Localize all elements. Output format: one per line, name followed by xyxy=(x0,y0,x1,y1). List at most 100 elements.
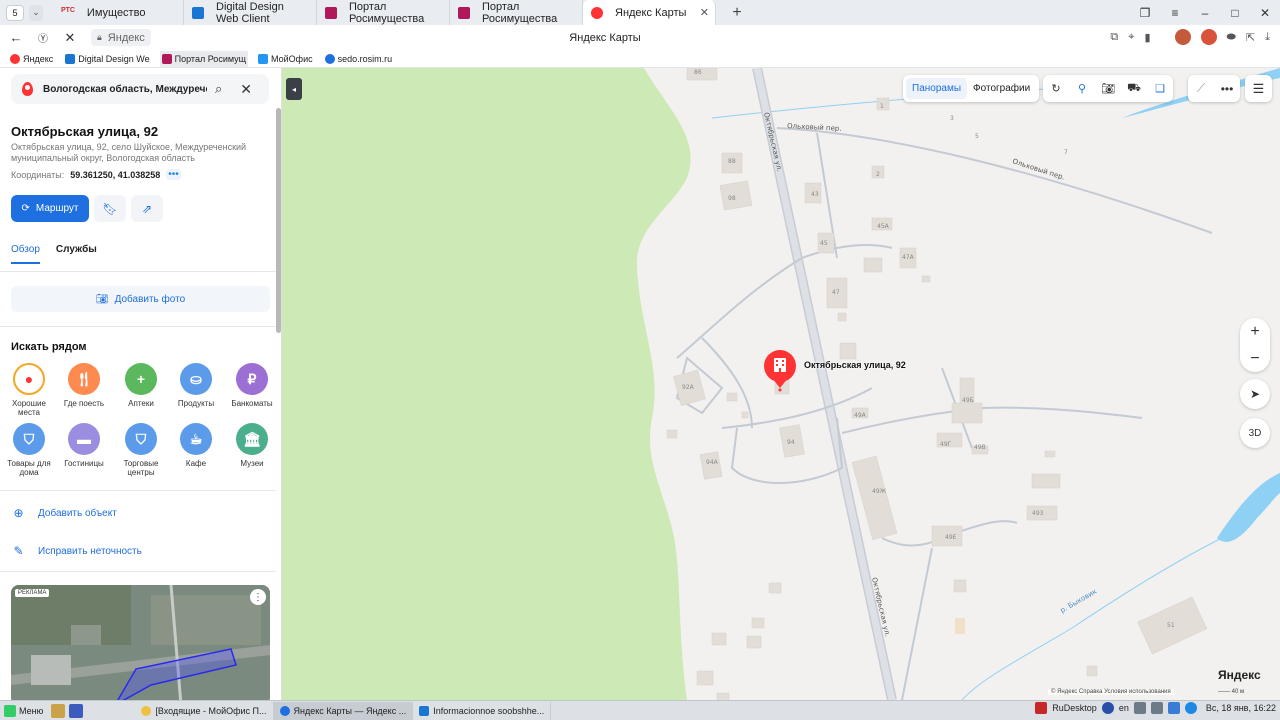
place-marker[interactable] xyxy=(764,350,796,392)
close-window-icon[interactable]: ✕ xyxy=(1250,6,1280,20)
bookmark-label: Портал Росимущ xyxy=(174,53,247,64)
scrollbar[interactable] xyxy=(276,108,281,333)
task-yandex-maps[interactable]: Яндекс Карты — Яндекс ... xyxy=(273,701,414,720)
yandex-browser-icon[interactable]: Ⓨ xyxy=(32,30,54,45)
tab-count-button[interactable]: 5 xyxy=(6,4,24,21)
search-input[interactable]: Вологодская область, Междуреченс xyxy=(43,84,207,95)
chevron-down-icon[interactable]: ⌄ xyxy=(29,4,43,21)
minimize-icon[interactable]: – xyxy=(1190,6,1220,20)
share-icon[interactable]: ⇱ xyxy=(1246,31,1255,44)
map-canvas[interactable]: Октябрьская ул. Ольховый пер. Ольховый п… xyxy=(282,68,1280,700)
category-atm[interactable]: ₽ Банкоматы xyxy=(224,363,280,408)
task-informacionnoe[interactable]: Informacionnoe soobshhe... xyxy=(413,701,552,720)
extension-icon-1[interactable] xyxy=(1174,29,1191,45)
ruler-icon[interactable]: ⟋ xyxy=(1192,81,1210,96)
bookmark-digital-design[interactable]: Digital Design We xyxy=(63,51,151,67)
bookmark-rosim[interactable]: Портал Росимущ xyxy=(159,50,249,67)
camera-icon[interactable]: 📷︎ xyxy=(1099,80,1117,98)
tab-services[interactable]: Службы xyxy=(56,244,97,264)
back-icon[interactable]: ← xyxy=(5,30,27,45)
category-museums[interactable]: 🏛︎ Музеи xyxy=(224,423,280,468)
extension-icon-2[interactable] xyxy=(1200,29,1217,45)
close-tab-icon[interactable]: ✕ xyxy=(700,6,709,19)
marker-label[interactable]: Октябрьская улица, 92 xyxy=(804,360,906,370)
more-vertical-icon[interactable]: ⋮ xyxy=(250,589,266,605)
tab-rosim-1[interactable]: Портал Росимущества xyxy=(317,0,450,25)
bus-icon[interactable]: ⛟ xyxy=(1125,80,1143,98)
keyboard-layout[interactable]: en xyxy=(1119,703,1129,713)
file-manager-icon[interactable] xyxy=(51,703,66,718)
zoom-in-button[interactable]: + xyxy=(1250,323,1259,341)
sound-icon[interactable] xyxy=(1150,702,1163,714)
route-button[interactable]: ⟳ Маршрут xyxy=(11,195,89,222)
yandex-browser-icon[interactable] xyxy=(69,703,84,718)
3d-button[interactable]: 3D xyxy=(1240,418,1270,448)
clock[interactable]: Вс, 18 янв, 16:22 xyxy=(1206,703,1276,713)
refresh-icon[interactable]: ↻ xyxy=(1047,80,1065,98)
reader-icon[interactable]: ⧉ xyxy=(1110,31,1118,44)
add-photo-button[interactable]: 📷︎ Добавить фото xyxy=(11,286,270,312)
bookmark-yandex[interactable]: Яндекс xyxy=(8,51,55,67)
bookmark-icon[interactable]: ▮ xyxy=(1144,31,1150,44)
rudesktop-label[interactable]: RuDesktop xyxy=(1052,703,1097,713)
start-menu-button[interactable]: Меню xyxy=(0,701,47,720)
locate-button[interactable]: ➤ xyxy=(1240,379,1270,409)
collapse-panel-button[interactable]: ◂ xyxy=(286,78,302,100)
download-icon[interactable]: ⤓ xyxy=(1265,31,1270,44)
add-object-link[interactable]: ⊕ Добавить объект xyxy=(11,506,116,520)
maximize-icon[interactable]: □ xyxy=(1220,6,1250,20)
category-groceries[interactable]: ⛀ Продукты xyxy=(168,363,224,408)
tab-imushchestvo[interactable]: РТС Имущество xyxy=(53,0,184,25)
map-attribution[interactable]: © Яндекс Справка Условия использования xyxy=(1048,689,1174,695)
bookmark-sedo[interactable]: sedo.rosim.ru xyxy=(323,51,395,67)
category-malls[interactable]: ⛉ Торговые центры xyxy=(113,423,169,477)
rudesktop-icon[interactable] xyxy=(1035,702,1048,714)
category-pharmacy[interactable]: + Аптеки xyxy=(113,363,169,408)
url-field[interactable]: 🔒︎ Яндекс xyxy=(91,29,151,46)
cloud-icon[interactable] xyxy=(1167,702,1180,714)
house-number: 49Г xyxy=(940,441,952,448)
restore-tabs-icon[interactable]: ❐ xyxy=(1130,6,1160,20)
tab-yandex-maps[interactable]: Яндекс Карты ✕ xyxy=(583,0,716,25)
search-field[interactable]: Вологодская область, Междуреченс ⌕ ✕ xyxy=(11,74,269,104)
tab-overview[interactable]: Обзор xyxy=(11,244,40,264)
category-hotels[interactable]: ▬ Гостиницы xyxy=(56,423,112,468)
house-number: 7 xyxy=(1064,149,1068,156)
location-icon[interactable]: ⌖ xyxy=(1128,31,1134,44)
house-number: 43 xyxy=(811,191,819,198)
more-icon[interactable]: ••• xyxy=(1218,82,1236,96)
close-icon[interactable]: ✕ xyxy=(240,81,252,98)
share-button[interactable]: ⇗ xyxy=(131,195,163,222)
search-icon[interactable]: ⌕ xyxy=(215,81,222,97)
ad-banner[interactable]: РЕКЛАМА ⋮ xyxy=(11,585,270,700)
category-good-places[interactable]: ● Хорошие места xyxy=(1,363,57,417)
fix-error-link[interactable]: ✎ Исправить неточность xyxy=(11,544,141,558)
scale-label: 40 м xyxy=(1231,689,1245,695)
extension-icon-3[interactable]: ⬬ xyxy=(1227,31,1236,44)
menu-icon[interactable]: ≡ xyxy=(1160,6,1190,20)
zoom-out-button[interactable]: − xyxy=(1250,350,1259,368)
map-pin-icon xyxy=(22,82,33,96)
task-myoffice-mail[interactable]: [Входящие - МойОфис П... xyxy=(135,701,274,720)
layer-photos[interactable]: Фотографии xyxy=(967,78,1036,99)
bookmark-button[interactable]: 🔖︎ xyxy=(94,195,126,222)
layers-icon[interactable]: ❏ xyxy=(1151,80,1169,98)
category-home-goods[interactable]: ⛉ Товары для дома xyxy=(1,423,57,477)
yandex-icon[interactable] xyxy=(1101,702,1114,714)
person-icon[interactable]: ⚲ xyxy=(1073,80,1091,98)
yandex-icon xyxy=(10,53,20,64)
network-icon[interactable] xyxy=(1133,702,1146,714)
coords-value[interactable]: 59.361250, 41.038258 xyxy=(70,170,160,180)
category-food[interactable]: 🍴︎ Где поесть xyxy=(56,363,112,408)
new-tab-button[interactable]: + xyxy=(726,2,748,24)
task-label: [Входящие - МойОфис П... xyxy=(155,705,267,716)
layer-panoramas[interactable]: Панорамы xyxy=(906,78,968,99)
map-menu-button[interactable]: ☰ xyxy=(1245,75,1272,102)
tab-digital-design[interactable]: Digital Design Web Client xyxy=(184,0,317,25)
bookmark-myoffice[interactable]: МойОфис xyxy=(256,51,315,67)
category-cafe[interactable]: ☕︎ Кафе xyxy=(168,423,224,468)
more-icon[interactable]: ••• xyxy=(166,169,181,180)
stop-icon[interactable]: ✕ xyxy=(59,30,81,46)
tab-rosim-2[interactable]: Портал Росимущества xyxy=(450,0,583,25)
hp-icon[interactable] xyxy=(1184,702,1197,714)
